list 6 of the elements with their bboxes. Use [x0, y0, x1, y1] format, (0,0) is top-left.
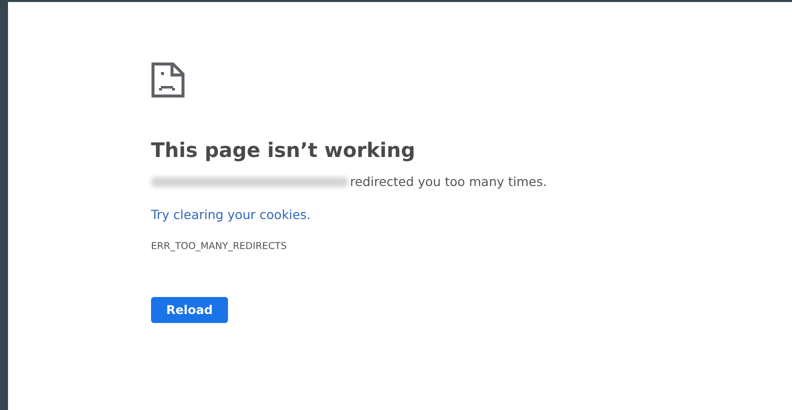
error-message: redirected you too many times. — [350, 174, 547, 189]
reload-button[interactable]: Reload — [151, 297, 228, 323]
error-heading: This page isn’t working — [151, 138, 416, 162]
error-code: ERR_TOO_MANY_REDIRECTS — [151, 241, 287, 252]
clear-cookies-link[interactable]: Try clearing your cookies. — [151, 207, 311, 222]
sad-page-icon — [151, 62, 185, 98]
